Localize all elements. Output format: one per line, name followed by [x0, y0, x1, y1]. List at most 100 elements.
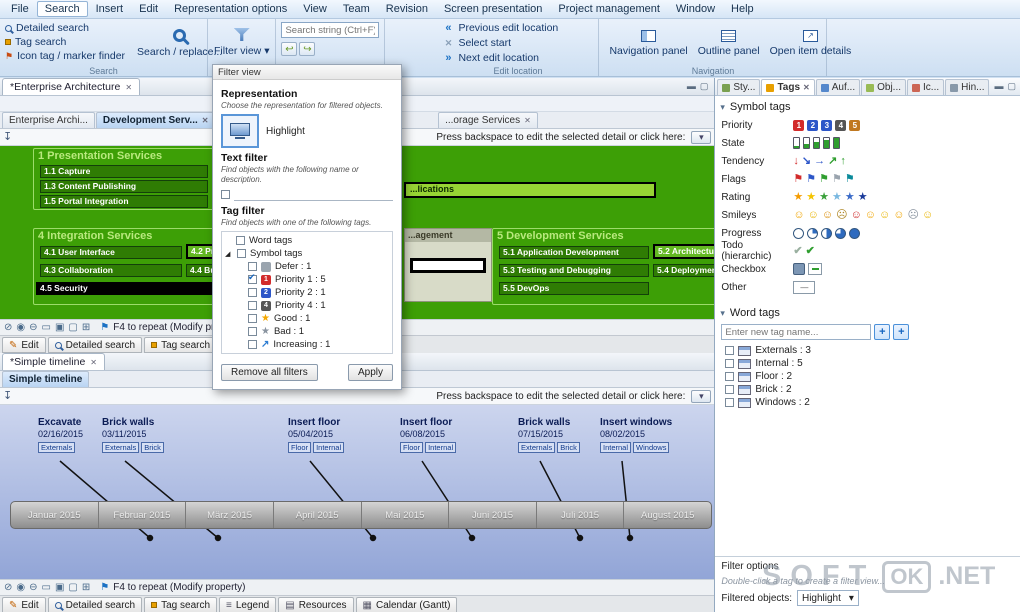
smiley-icon[interactable]: ☺ [879, 209, 890, 221]
menu-screen-presentation[interactable]: Screen presentation [436, 1, 550, 17]
next-edit-location-button[interactable]: » Next edit location [442, 51, 593, 64]
grid-icon[interactable]: ⊞ [82, 322, 90, 333]
apply-button[interactable]: Apply [347, 364, 393, 381]
maximize-icon[interactable]: ▢ [1007, 81, 1016, 92]
section-management-partial[interactable]: ...agement [404, 228, 492, 302]
flag-icon[interactable]: ⚑ [806, 173, 816, 185]
tab-tag-search[interactable]: Tag search [144, 337, 218, 353]
star-icon[interactable]: ★ [806, 191, 816, 203]
next-result-button[interactable]: ↪ [299, 42, 316, 56]
timeline-event[interactable]: Insert windows 08/02/2015 Internal Windo… [600, 417, 672, 453]
event-tag[interactable]: Internal [313, 442, 345, 453]
progress-50-icon[interactable] [821, 227, 833, 239]
smiley-icon[interactable]: ☺ [808, 209, 819, 221]
word-tag-row[interactable]: Brick : 2 [715, 383, 1020, 396]
focus-icon[interactable]: ◉ [16, 322, 25, 333]
diagram-item-outlined[interactable] [410, 258, 486, 273]
star-icon[interactable]: ★ [858, 191, 868, 203]
timeline-canvas[interactable]: Excavate 02/16/2015 Externals Brick wall… [0, 405, 715, 579]
scroll-marker-icon[interactable]: ↧ [3, 131, 12, 143]
tree-item-symbol-tags[interactable]: ◢ Symbol tags [222, 247, 392, 260]
menu-insert[interactable]: Insert [88, 1, 132, 17]
open-item-details-button[interactable]: ↗ Open item details [770, 23, 851, 64]
timeline-month-bar[interactable]: Januar 2015 Februar 2015 März 2015 April… [10, 501, 712, 529]
word-tag-row[interactable]: Internal : 5 [715, 357, 1020, 370]
checkbox[interactable] [248, 314, 257, 323]
add-tag-assign-button[interactable]: + [893, 324, 910, 340]
previous-edit-location-button[interactable]: « Previous edit location [442, 22, 593, 35]
priority-5-icon[interactable]: 5 [849, 119, 861, 131]
tree-item-increasing[interactable]: ↗ Increasing : 1 [222, 338, 392, 351]
toggle-icon[interactable]: ⊘ [4, 582, 12, 593]
tab-hin[interactable]: Hin... [945, 79, 990, 95]
icon-tag-finder-button[interactable]: ⚑ Icon tag / marker finder [5, 50, 125, 62]
tab-enterprise-architecture[interactable]: *Enterprise Architecture ✕ [2, 78, 141, 95]
word-tag-row[interactable]: Floor : 2 [715, 370, 1020, 383]
tree-item-good[interactable]: ★ Good : 1 [222, 312, 392, 325]
menu-team[interactable]: Team [335, 1, 378, 17]
fill-frame-icon[interactable]: ▣ [55, 582, 64, 593]
check-icon[interactable]: ✔ [806, 245, 815, 257]
smiley-icon[interactable]: ☺ [865, 209, 876, 221]
detail-dropdown-button[interactable]: ▾ [691, 389, 712, 403]
outline-panel-button[interactable]: Outline panel [698, 23, 760, 64]
checkbox[interactable] [237, 249, 246, 258]
smiley-icon[interactable]: ☺ [851, 209, 862, 221]
timeline-event[interactable]: Brick walls 03/11/2015 Externals Brick [102, 417, 164, 453]
add-tag-button[interactable]: + [874, 324, 891, 340]
diagram-item[interactable]: 1.5 Portal Integration [40, 195, 208, 208]
empty-frame-icon[interactable]: ▢ [68, 322, 77, 333]
timeline-event[interactable]: Insert floor 06/08/2015 Floor Internal [400, 417, 457, 453]
symbol-tags-header[interactable]: ▾ Symbol tags [715, 96, 1020, 116]
checkbox-checked[interactable] [248, 272, 257, 284]
remove-all-filters-button[interactable]: Remove all filters [221, 364, 318, 381]
scroll-marker-icon[interactable]: ↧ [3, 390, 12, 402]
tag-search-button[interactable]: Tag search [5, 36, 125, 48]
battery-icon[interactable] [793, 137, 801, 149]
diagram-item-highlighted-partial[interactable]: ...lications [404, 182, 656, 198]
diagram-item[interactable]: 5.5 DevOps [499, 282, 649, 295]
frame-icon[interactable]: ▭ [42, 582, 51, 593]
smiley-icon[interactable]: ☺ [893, 209, 904, 221]
event-tag[interactable]: Windows [633, 442, 670, 453]
smiley-icon[interactable]: ☹ [836, 209, 847, 221]
timeline-event[interactable]: Brick walls 07/15/2015 Externals Brick [518, 417, 580, 453]
star-icon[interactable]: ★ [793, 191, 803, 203]
tab-edit[interactable]: ✎ Edit [2, 597, 46, 612]
checkbox-dash-icon[interactable] [808, 263, 823, 275]
menu-view[interactable]: View [295, 1, 335, 17]
menu-search[interactable]: Search [36, 1, 88, 17]
diagram-item[interactable]: 1.1 Capture [40, 165, 208, 178]
diagram-item[interactable]: 1.3 Content Publishing [40, 180, 208, 193]
text-filter-input[interactable] [234, 188, 393, 201]
tab-obj[interactable]: Obj... [861, 79, 907, 95]
text-filter-checkbox[interactable] [221, 190, 230, 199]
word-tag-row[interactable]: Windows : 2 [715, 396, 1020, 409]
tree-item-word-tags[interactable]: Word tags [222, 234, 392, 247]
checkbox[interactable] [248, 327, 257, 336]
battery-icon[interactable] [813, 137, 821, 149]
event-tag[interactable]: Externals [102, 442, 140, 453]
tab-auf[interactable]: Auf... [815, 79, 861, 95]
tab-calendar-gantt[interactable]: ▦ Calendar (Gantt) [355, 597, 458, 612]
collapse-icon[interactable]: ⊖ [29, 322, 37, 333]
smiley-icon[interactable]: ☺ [793, 209, 804, 221]
tab-storage-services[interactable]: ...orage Services ✕ [438, 112, 538, 128]
maximize-icon[interactable]: ▢ [700, 81, 709, 92]
frame-icon[interactable]: ▭ [42, 322, 51, 333]
tab-simple-timeline[interactable]: *Simple timeline ✕ [2, 353, 105, 370]
section-presentation-services[interactable]: 1 Presentation Services 1.1 Capture 1.3 … [33, 148, 223, 210]
close-icon[interactable]: ✕ [803, 83, 810, 92]
star-icon[interactable]: ★ [832, 191, 842, 203]
battery-icon[interactable] [833, 137, 841, 149]
diagram-item[interactable]: 4.1 User Interface [40, 246, 182, 259]
new-tag-input[interactable] [721, 324, 872, 340]
filtered-objects-select[interactable]: Highlight ▾ [796, 590, 859, 606]
tab-edit[interactable]: ✎ Edit [2, 337, 46, 353]
section-development-services[interactable]: 5 Development Services 5.1 Application D… [492, 228, 715, 305]
star-icon[interactable]: ★ [819, 191, 829, 203]
select-start-button[interactable]: ✕ Select start [442, 37, 593, 50]
tab-legend[interactable]: ≡ Legend [219, 597, 277, 612]
collapse-icon[interactable]: ⊖ [29, 582, 37, 593]
flag-icon[interactable]: ⚑ [819, 173, 829, 185]
